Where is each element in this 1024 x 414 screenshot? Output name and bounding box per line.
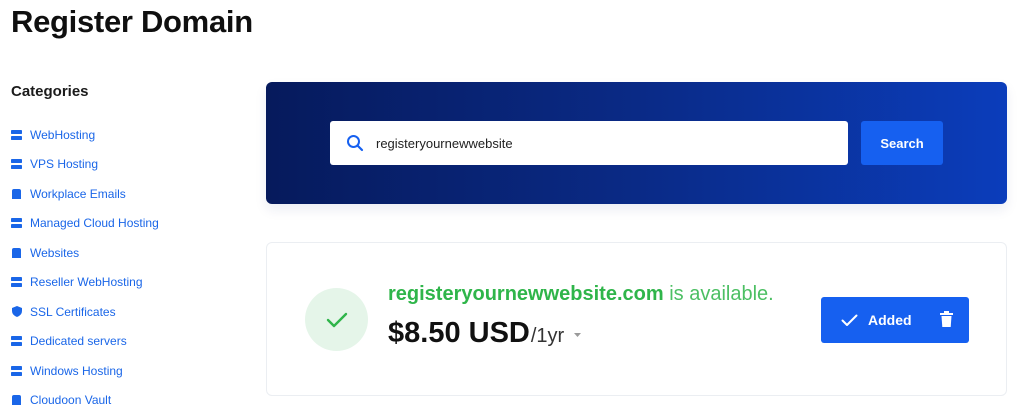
sidebar-item-label: Windows Hosting	[30, 363, 123, 378]
sidebar-item-label: SSL Certificates	[30, 304, 116, 319]
search-button[interactable]: Search	[861, 121, 943, 165]
sidebar-item-label: WebHosting	[30, 127, 96, 142]
availability-line: registeryournewwebsite.com is available.	[388, 283, 774, 306]
sidebar-item-websites[interactable]: Websites	[11, 238, 241, 268]
sidebar-item-windows-hosting[interactable]: Windows Hosting	[11, 356, 241, 386]
billing-period[interactable]: /1yr	[531, 325, 564, 348]
server-icon	[11, 159, 22, 170]
sidebar-item-label: Workplace Emails	[30, 186, 126, 201]
sidebar-item-ssl-certificates[interactable]: SSL Certificates	[11, 297, 241, 327]
checkmark-icon	[326, 312, 347, 327]
added-to-cart-button[interactable]: Added	[821, 297, 969, 343]
mailbox-icon	[11, 188, 22, 199]
server-icon	[11, 218, 22, 229]
availability-status: is available.	[669, 283, 774, 305]
domain-search-input[interactable]	[376, 135, 816, 151]
price-line: $8.50 USD /1yr	[388, 317, 582, 350]
domain-search-panel: Search	[266, 82, 1007, 204]
search-icon	[346, 134, 364, 152]
sidebar-item-webhosting[interactable]: WebHosting	[11, 120, 241, 150]
sidebar-item-vps-hosting[interactable]: VPS Hosting	[11, 150, 241, 180]
added-label: Added	[868, 312, 912, 328]
sidebar-item-label: Websites	[30, 245, 80, 260]
sidebar-item-label: Cloudoon Vault	[30, 393, 112, 408]
category-list: WebHosting VPS Hosting Workplace Emails …	[11, 120, 241, 414]
checkmark-icon	[841, 314, 858, 327]
server-icon	[11, 336, 22, 347]
server-icon	[11, 277, 22, 288]
sidebar-item-label: Reseller WebHosting	[30, 275, 143, 290]
server-icon	[11, 129, 22, 140]
sidebar-item-label: VPS Hosting	[30, 157, 99, 172]
domain-result-card: registeryournewwebsite.com is available.…	[266, 242, 1007, 396]
server-icon	[11, 365, 22, 376]
search-box	[330, 121, 848, 165]
trash-icon[interactable]	[940, 311, 953, 327]
sidebar-item-label: Dedicated servers	[30, 334, 127, 349]
sidebar-item-label: Managed Cloud Hosting	[30, 216, 159, 231]
box-icon	[11, 247, 22, 258]
chevron-down-icon[interactable]	[574, 333, 582, 337]
sidebar-item-cloudoon-vault[interactable]: Cloudoon Vault	[11, 386, 241, 414]
domain-name: registeryournewwebsite.com	[388, 283, 664, 305]
sidebar-item-reseller-webhosting[interactable]: Reseller WebHosting	[11, 268, 241, 298]
box-icon	[11, 395, 22, 406]
categories-sidebar: Categories WebHosting VPS Hosting Workpl…	[11, 83, 241, 414]
sidebar-title: Categories	[11, 83, 89, 100]
sidebar-item-workplace-emails[interactable]: Workplace Emails	[11, 179, 241, 209]
domain-price: $8.50 USD	[388, 317, 530, 349]
page-title: Register Domain	[11, 4, 253, 39]
shield-icon	[11, 306, 22, 318]
sidebar-item-dedicated-servers[interactable]: Dedicated servers	[11, 327, 241, 357]
sidebar-item-managed-cloud-hosting[interactable]: Managed Cloud Hosting	[11, 209, 241, 239]
available-check-badge	[305, 288, 368, 351]
